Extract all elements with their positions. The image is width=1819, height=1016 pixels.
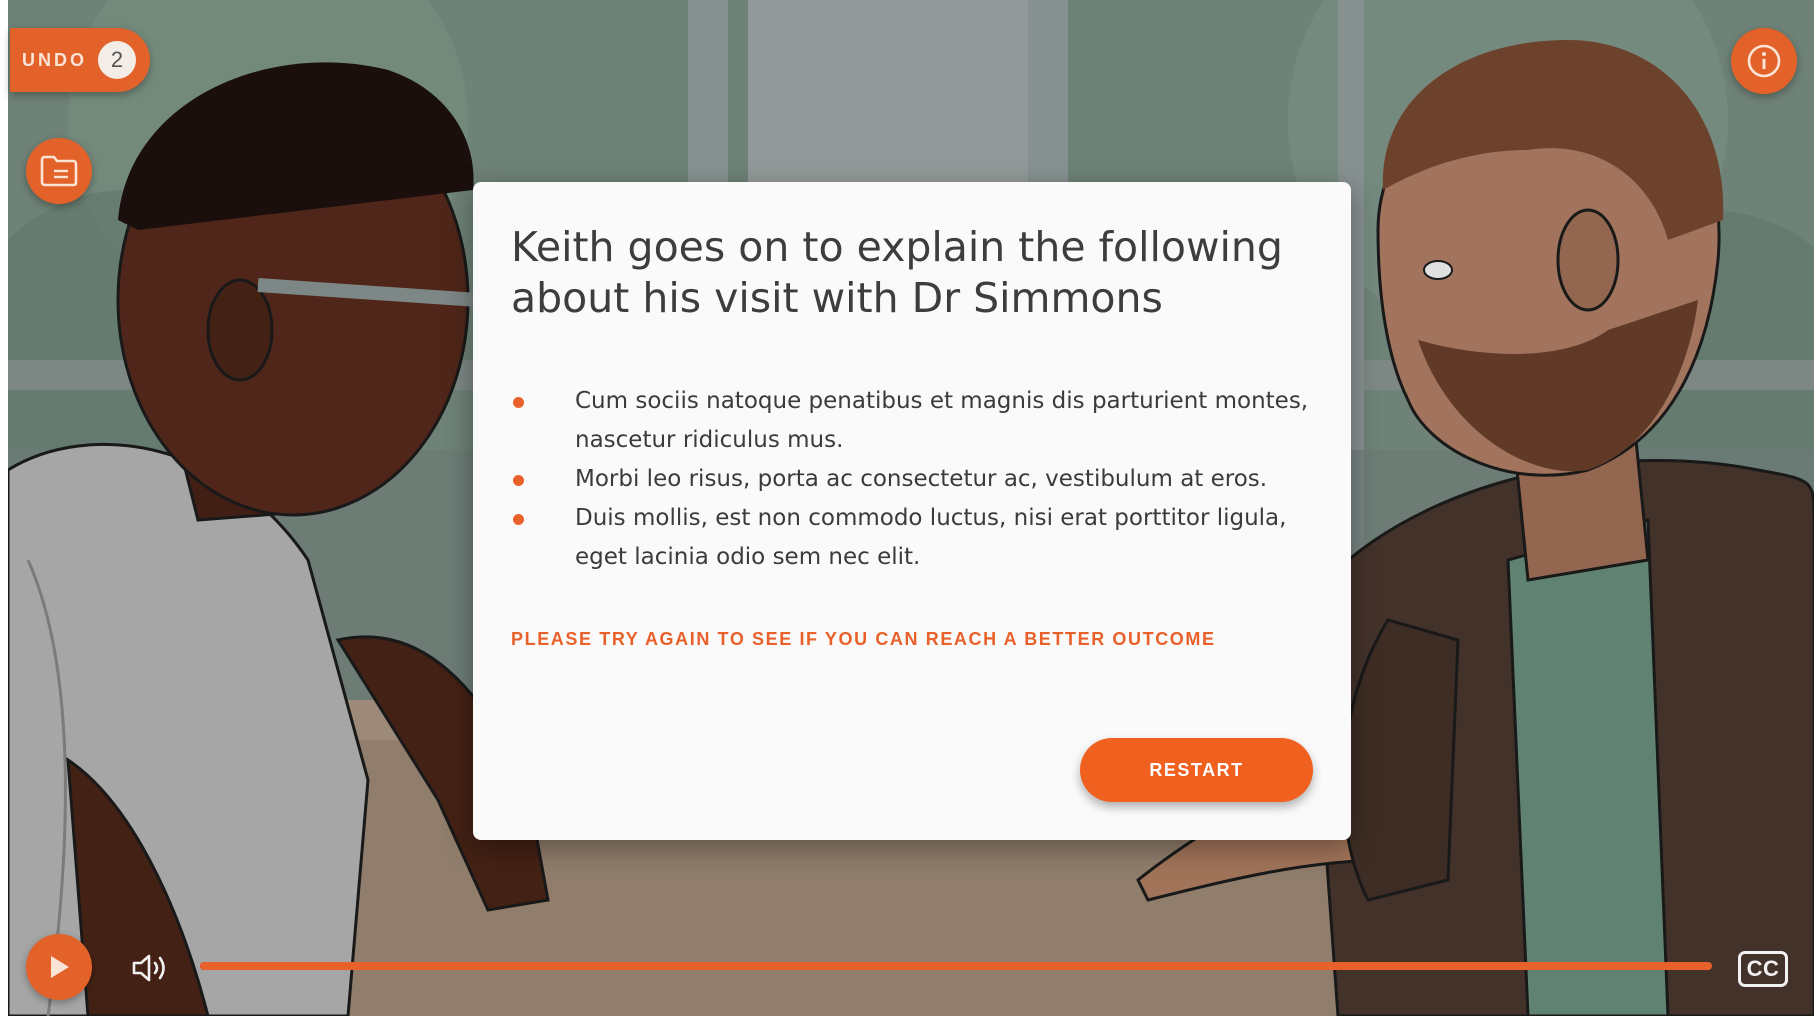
undo-button[interactable]: UNDO 2	[10, 28, 150, 92]
undo-count-badge: 2	[98, 41, 136, 79]
bullet-list: Cum sociis natoque penatibus et magnis d…	[511, 382, 1313, 577]
volume-button[interactable]	[128, 948, 172, 988]
list-item: Duis mollis, est non commodo luctus, nis…	[511, 499, 1311, 577]
folder-button[interactable]	[26, 138, 92, 204]
list-item: Morbi leo risus, porta ac consectetur ac…	[511, 460, 1311, 499]
dialog-title: Keith goes on to explain the following a…	[511, 223, 1283, 322]
play-icon	[51, 956, 69, 978]
bullet-dot	[513, 514, 524, 525]
undo-label: UNDO	[22, 49, 87, 70]
list-item: Cum sociis natoque penatibus et magnis d…	[511, 382, 1311, 460]
restart-button[interactable]: RESTART	[1080, 738, 1313, 802]
volume-icon	[132, 954, 165, 982]
bullet-dot	[513, 397, 524, 408]
info-button[interactable]	[1731, 28, 1797, 94]
list-item-text: Cum sociis natoque penatibus et magnis d…	[575, 388, 1309, 453]
list-item-text: Duis mollis, est non commodo luctus, nis…	[575, 505, 1287, 570]
feedback-message: PLEASE TRY AGAIN TO SEE IF YOU CAN REACH…	[511, 629, 1216, 649]
bullet-dot	[513, 475, 524, 486]
progress-fill	[200, 962, 1712, 970]
list-item-text: Morbi leo risus, porta ac consectetur ac…	[575, 466, 1268, 492]
closed-captions-button[interactable]: CC	[1738, 951, 1788, 987]
play-button[interactable]	[26, 934, 92, 1000]
info-icon	[1747, 44, 1781, 78]
folder-icon	[40, 155, 78, 187]
outcome-dialog: Keith goes on to explain the following a…	[473, 182, 1351, 840]
progress-bar[interactable]	[200, 962, 1712, 970]
